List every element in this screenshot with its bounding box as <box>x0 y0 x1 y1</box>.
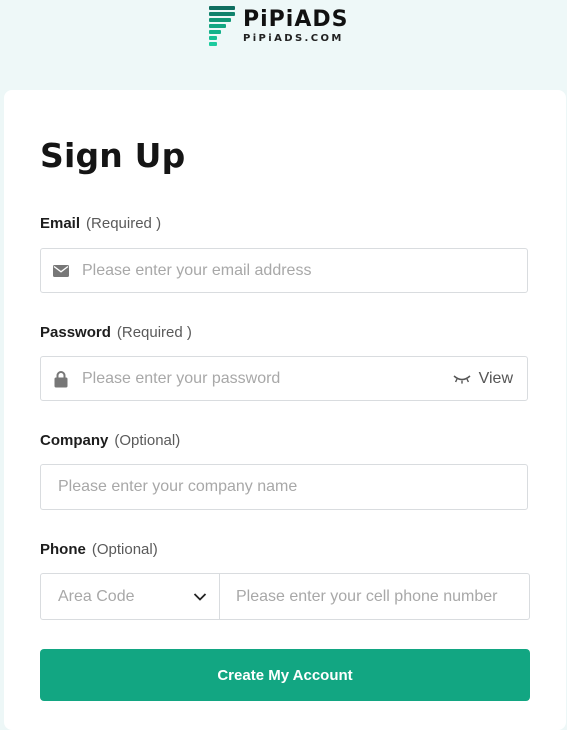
page-title: Sign Up <box>40 136 186 175</box>
company-label: Company (Optional) <box>40 432 180 449</box>
password-required-note: (Required ) <box>116 324 192 341</box>
area-code-select[interactable]: Area Code <box>41 574 220 619</box>
phone-label-text: Phone <box>40 541 86 558</box>
create-account-button[interactable]: Create My Account <box>40 649 530 701</box>
email-label: Email (Required ) <box>40 215 161 232</box>
area-code-placeholder: Area Code <box>58 587 135 605</box>
chevron-down-icon <box>193 592 207 601</box>
company-label-text: Company <box>40 432 109 449</box>
email-required-note: (Required ) <box>86 215 162 232</box>
password-input[interactable] <box>82 357 437 400</box>
signup-card: Sign Up Email (Required ) Password (Requir… <box>4 90 566 730</box>
company-input[interactable] <box>58 465 517 509</box>
closed-eye-icon <box>453 374 471 384</box>
pipiads-logo[interactable]: PiPiADS PiPiADS.COM <box>209 5 348 47</box>
password-label: Password (Required ) <box>40 324 192 341</box>
logo-mark-icon <box>209 6 237 46</box>
phone-field: Area Code <box>40 573 530 620</box>
logo-wordmark: PiPiADS <box>243 6 349 32</box>
mail-icon <box>53 264 69 277</box>
page-header: PiPiADS PiPiADS.COM <box>0 0 567 90</box>
phone-optional-note: (Optional) <box>91 541 158 558</box>
lock-icon <box>54 370 68 387</box>
phone-label: Phone (Optional) <box>40 541 158 558</box>
company-field[interactable] <box>40 464 528 510</box>
email-label-text: Email <box>40 215 81 232</box>
password-field[interactable]: View <box>40 356 528 401</box>
company-optional-note: (Optional) <box>114 432 181 449</box>
email-input[interactable] <box>82 249 517 292</box>
password-label-text: Password <box>40 324 111 341</box>
email-field[interactable] <box>40 248 528 293</box>
view-toggle-label: View <box>478 369 513 387</box>
view-password-toggle[interactable]: View <box>453 370 513 388</box>
cell-phone-field[interactable] <box>220 574 529 619</box>
cell-phone-input[interactable] <box>236 574 519 619</box>
logo-domain: PiPiADS.COM <box>243 32 344 44</box>
